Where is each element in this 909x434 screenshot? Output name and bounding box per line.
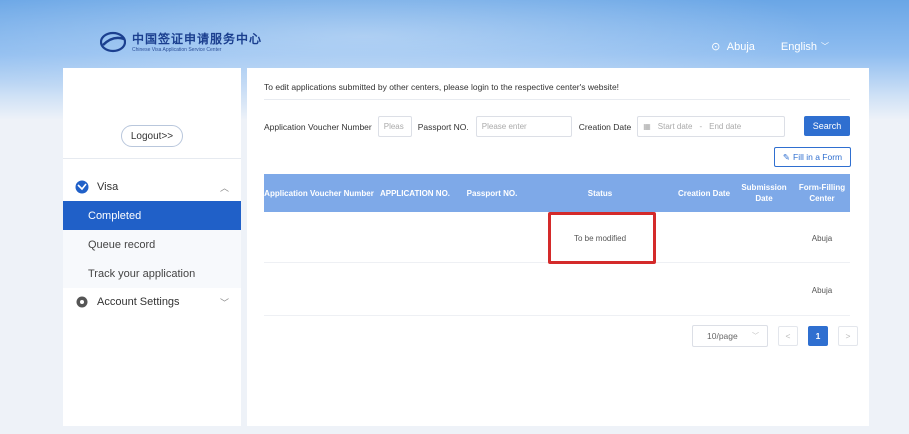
cell-passport bbox=[456, 213, 528, 263]
cell-creation-date bbox=[678, 264, 730, 316]
cell-voucher bbox=[264, 264, 374, 316]
cell-application-no bbox=[374, 213, 456, 263]
sidebar-item-queue-record[interactable]: Queue record bbox=[63, 230, 241, 259]
fill-in-form-button[interactable]: ✎ Fill in a Form bbox=[774, 147, 851, 167]
prev-page-button[interactable]: < bbox=[778, 326, 798, 346]
col-submission-date[interactable]: Submission Date bbox=[736, 174, 792, 212]
filter-bar: Application Voucher Number Pleas Passpor… bbox=[264, 116, 786, 137]
col-form-filling-center[interactable]: Form-Filling Center bbox=[794, 174, 850, 212]
cell-submission-date bbox=[736, 264, 792, 316]
sidebar-group-visa-label: Visa bbox=[97, 181, 119, 193]
location-pin-icon: ⊙ bbox=[711, 41, 721, 53]
end-date-input[interactable]: End date bbox=[709, 122, 741, 131]
cell-voucher bbox=[264, 213, 374, 263]
calendar-icon: ▦ bbox=[643, 122, 651, 131]
voucher-label: Application Voucher Number bbox=[264, 121, 372, 132]
col-status[interactable]: Status bbox=[548, 174, 652, 212]
search-button[interactable]: Search bbox=[804, 116, 850, 136]
cell-submission-date bbox=[736, 213, 792, 263]
location-selector[interactable]: ⊙ Abuja bbox=[711, 40, 755, 53]
page-size-value: 10/page bbox=[707, 331, 738, 341]
passport-label: Passport NO. bbox=[417, 121, 469, 132]
sidebar-group-visa[interactable]: Visa ︿ bbox=[63, 173, 241, 201]
page-number-button[interactable]: 1 bbox=[808, 326, 828, 346]
site-logo[interactable]: 中国签证申请服务中心 Chinese Visa Application Serv… bbox=[100, 30, 262, 53]
notice-text: To edit applications submitted by other … bbox=[264, 82, 620, 92]
sidebar-item-track-application[interactable]: Track your application bbox=[63, 259, 241, 288]
cell-creation-date bbox=[678, 213, 730, 263]
date-range-picker[interactable]: ▦ Start date - End date bbox=[637, 116, 786, 137]
notice-divider bbox=[264, 99, 850, 100]
start-date-input[interactable]: Start date bbox=[658, 122, 693, 131]
cell-center: Abuja bbox=[811, 233, 833, 243]
col-voucher-number[interactable]: Application Voucher Number bbox=[264, 174, 374, 212]
status-highlight-box bbox=[548, 212, 656, 264]
sidebar-item-completed[interactable]: Completed bbox=[63, 201, 241, 230]
cell-application-no bbox=[374, 264, 456, 316]
language-label: English bbox=[780, 40, 817, 53]
chevron-down-icon: ﹀ bbox=[821, 42, 829, 51]
fill-in-form-label: Fill in a Form bbox=[793, 152, 843, 162]
edit-icon: ✎ bbox=[782, 151, 790, 162]
logout-button[interactable]: Logout>> bbox=[121, 125, 183, 147]
passport-input[interactable]: Please enter bbox=[475, 116, 572, 137]
sidebar-group-account-settings[interactable]: Account Settings ﹀ bbox=[63, 288, 241, 316]
sidebar-divider bbox=[63, 158, 241, 159]
col-creation-date[interactable]: Creation Date bbox=[678, 174, 730, 212]
gear-icon bbox=[76, 296, 88, 308]
chevron-up-icon: ︿ bbox=[219, 182, 229, 193]
main-panel: To edit applications submitted by other … bbox=[247, 68, 869, 426]
sidebar-group-account-label: Account Settings bbox=[97, 296, 180, 308]
next-page-button[interactable]: > bbox=[838, 326, 858, 346]
logo-english-text: Chinese Visa Application Service Center bbox=[132, 47, 222, 53]
chevron-down-icon: ﹀ bbox=[219, 297, 229, 308]
voucher-input[interactable]: Pleas bbox=[377, 116, 412, 137]
logo-swoosh-icon bbox=[100, 31, 126, 52]
creation-date-label: Creation Date bbox=[578, 121, 632, 132]
sidebar: Logout>> Visa ︿ Completed Queue record T… bbox=[63, 68, 241, 426]
chevron-down-icon: ﹀ bbox=[752, 333, 759, 340]
col-passport-no[interactable]: Passport NO. bbox=[456, 174, 528, 212]
visa-icon bbox=[75, 180, 89, 194]
pagination: 10/page ﹀ < 1 > bbox=[692, 325, 858, 347]
cell-center: Abuja bbox=[811, 285, 833, 295]
language-selector[interactable]: English ﹀ bbox=[781, 41, 829, 53]
cell-status bbox=[548, 264, 652, 316]
table-header: Application Voucher Number APPLICATION N… bbox=[264, 174, 850, 212]
logo-chinese-text: 中国签证申请服务中心 bbox=[132, 32, 263, 46]
page-size-select[interactable]: 10/page ﹀ bbox=[692, 325, 768, 347]
col-application-no[interactable]: APPLICATION NO. bbox=[374, 174, 456, 212]
range-separator: - bbox=[699, 122, 703, 131]
cell-passport bbox=[456, 264, 528, 316]
location-label: Abuja bbox=[726, 41, 755, 53]
table-row[interactable]: Abuja bbox=[264, 264, 850, 316]
sidebar-menu: Visa ︿ Completed Queue record Track your… bbox=[63, 173, 241, 316]
